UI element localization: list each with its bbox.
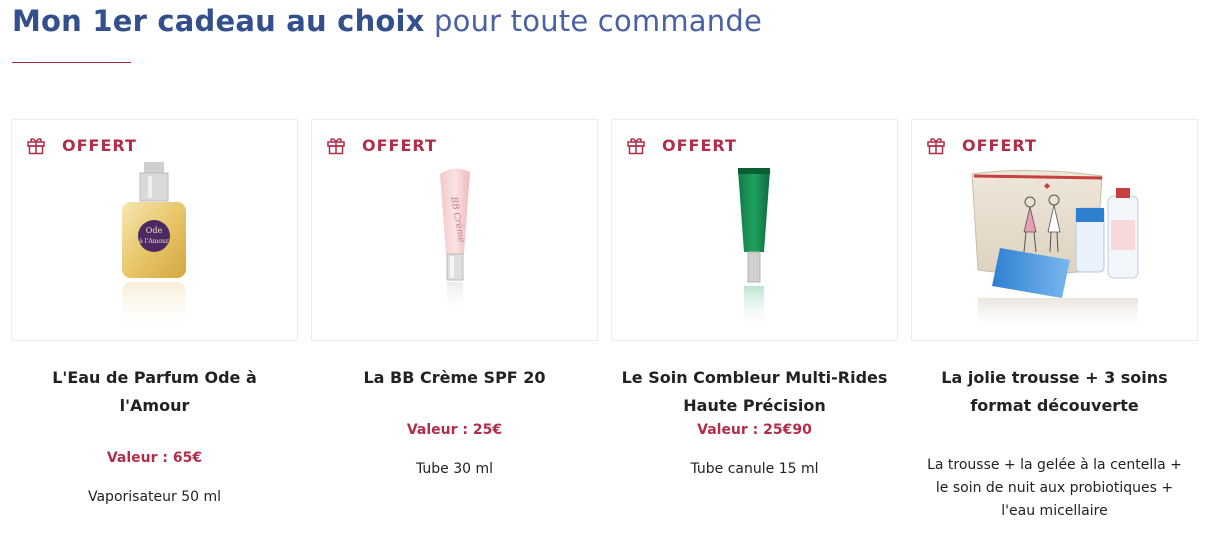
bottle-label-ode: Ode — [146, 226, 163, 235]
gift-icon — [27, 138, 45, 155]
gift-card-soin-combleur[interactable]: OFFERT Le Soin Combleur Multi-Rides Haut… — [611, 119, 898, 481]
gift-cards: Ode à l'Amour OFFERT L'Eau de Parfum Ode… — [11, 119, 1199, 539]
product-description: Vaporisateur 50 ml — [87, 489, 221, 505]
offer-badge: OFFERT — [926, 135, 1037, 155]
title-bold: Mon 1er cadeau au choix — [12, 4, 425, 38]
gift-card-perfume[interactable]: Ode à l'Amour OFFERT L'Eau de Parfum Ode… — [11, 119, 298, 509]
title-light: pour toute commande — [424, 4, 762, 38]
product-image-frame[interactable]: Ode à l'Amour OFFERT — [11, 119, 298, 341]
offer-badge: OFFERT — [326, 135, 437, 155]
offer-label: OFFERT — [662, 135, 737, 155]
product-value: Valeur : 65€ — [106, 450, 203, 466]
offer-badge: OFFERT — [26, 135, 137, 155]
gift-icon — [327, 138, 345, 155]
product-image-frame[interactable]: BB Crème OFFERT — [311, 119, 598, 341]
product-value: Valeur : 25€90 — [697, 422, 812, 438]
page-header: Mon 1er cadeau au choix pour toute comma… — [12, 4, 762, 38]
gift-icon — [927, 138, 945, 155]
offer-label: OFFERT — [962, 135, 1037, 155]
gift-card-bb-creme[interactable]: BB Crème OFFERT La BB Crème SPF 20 Valeu… — [311, 119, 598, 481]
product-description: La trousse + la gelée à la centella + le… — [927, 457, 1182, 519]
product-image-frame[interactable]: OFFERT — [911, 119, 1198, 341]
product-description: Tube 30 ml — [415, 461, 494, 477]
page-title: Mon 1er cadeau au choix pour toute comma… — [12, 4, 762, 38]
title-underline — [12, 62, 131, 63]
product-name[interactable]: L'Eau de Parfum Ode à l'Amour — [11, 364, 298, 420]
product-name[interactable]: La jolie trousse + 3 soins format découv… — [911, 364, 1198, 420]
offer-badge: OFFERT — [626, 135, 737, 155]
gift-icon — [627, 138, 645, 155]
product-image-frame[interactable]: OFFERT — [611, 119, 898, 341]
offer-label: OFFERT — [362, 135, 437, 155]
bottle-label-amour: à l'Amour — [139, 238, 169, 245]
product-description: Tube canule 15 ml — [690, 461, 819, 477]
offer-label: OFFERT — [62, 135, 137, 155]
gift-card-trousse[interactable]: OFFERT La jolie trousse + 3 soins format… — [911, 119, 1198, 523]
product-name[interactable]: La BB Crème SPF 20 — [311, 364, 598, 392]
product-value: Valeur : 25€ — [406, 422, 503, 438]
product-name[interactable]: Le Soin Combleur Multi-Rides Haute Préci… — [611, 364, 898, 420]
